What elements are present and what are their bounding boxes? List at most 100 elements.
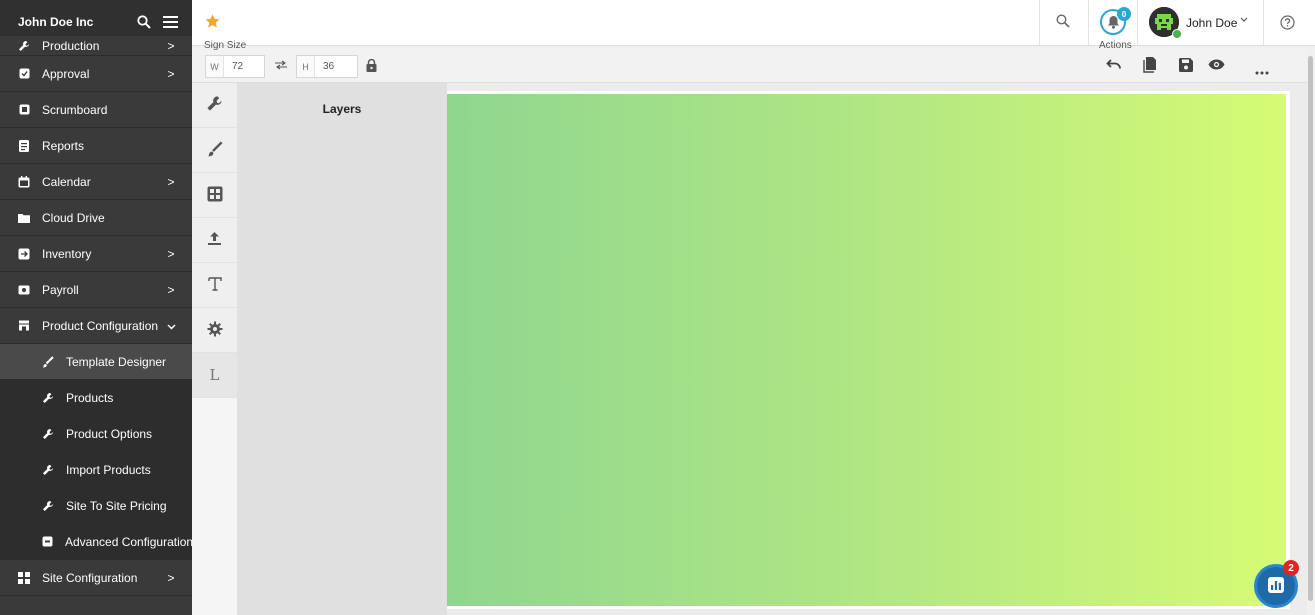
brush-icon xyxy=(42,355,54,368)
calendar-icon xyxy=(18,175,30,188)
scrollbar-thumb[interactable] xyxy=(1308,56,1313,601)
sidebar-subitem-advanced-configuration[interactable]: Advanced Configuration > xyxy=(0,524,192,560)
sidebar-item-label: Production xyxy=(42,38,100,53)
sidebar-item-scrumboard[interactable]: Scrumboard xyxy=(0,92,192,128)
help-icon[interactable] xyxy=(1280,15,1295,33)
folder-icon xyxy=(18,212,30,224)
sidebar-subitem-product-options[interactable]: Product Options xyxy=(0,416,192,452)
sidebar-subitem-products[interactable]: Products xyxy=(0,380,192,416)
sidebar-subitem-import-products[interactable]: Import Products xyxy=(0,452,192,488)
tool-settings-button[interactable] xyxy=(192,308,237,353)
width-field[interactable]: W 72 xyxy=(205,55,265,78)
height-value[interactable]: 36 xyxy=(315,56,357,77)
sidebar-item-label: Products xyxy=(66,390,114,405)
chevron-down-icon xyxy=(166,319,176,333)
tool-grid-button[interactable] xyxy=(192,173,237,218)
sidebar-item-label: Product Options xyxy=(66,426,153,441)
designer-toolbar: Sign Size W 72 H 36 Actions xyxy=(192,40,1307,83)
more-options-icon[interactable] xyxy=(1255,64,1269,78)
swap-dimensions-icon[interactable] xyxy=(274,60,288,73)
brush-icon xyxy=(207,140,223,160)
sidebar-item-label: Payroll xyxy=(42,282,79,297)
sidebar-item-reports[interactable]: Reports xyxy=(0,128,192,164)
sidebar-item-inventory[interactable]: Inventory > xyxy=(0,236,192,272)
gear-icon xyxy=(207,321,223,340)
preview-eye-icon[interactable] xyxy=(1208,59,1225,73)
sidebar-subitem-template-designer[interactable]: Template Designer xyxy=(0,344,192,380)
unread-badge: 2 xyxy=(1283,560,1299,576)
search-icon[interactable] xyxy=(136,14,152,30)
sidebar-item-label: Advanced Configuration xyxy=(65,534,192,549)
sidebar-item-site-configuration[interactable]: Site Configuration > xyxy=(0,560,192,596)
sidebar-item-label: Approval xyxy=(42,66,90,81)
chevron-right-icon: > xyxy=(167,66,175,81)
design-canvas-frame xyxy=(447,91,1290,609)
sidebar-item-label: Inventory xyxy=(42,246,92,261)
divider xyxy=(1088,0,1089,45)
favorite-star-icon[interactable] xyxy=(204,13,221,33)
sidebar-item-production[interactable]: Production > xyxy=(0,36,192,56)
sidebar-subitem-site-to-site-pricing[interactable]: Site To Site Pricing xyxy=(0,488,192,524)
sidebar-item-label: Import Products xyxy=(66,462,151,477)
notifications-count-badge: 0 xyxy=(1117,7,1131,21)
height-field[interactable]: H 36 xyxy=(296,55,358,78)
chevron-right-icon: > xyxy=(167,282,175,297)
store-icon xyxy=(18,320,30,332)
save-icon[interactable] xyxy=(1179,58,1193,75)
bar-chart-icon xyxy=(1267,576,1285,597)
chevron-right-icon: > xyxy=(167,38,175,53)
actions-label: Actions xyxy=(1099,40,1132,51)
wrench-icon xyxy=(206,95,223,115)
settings-box-icon xyxy=(42,536,53,548)
sidebar-item-approval[interactable]: Approval > xyxy=(0,56,192,92)
sidebar-item-product-configuration[interactable]: Product Configuration xyxy=(0,308,192,344)
menu-icon[interactable] xyxy=(162,14,178,30)
upload-icon xyxy=(207,231,222,249)
sidebar-item-label: Site To Site Pricing xyxy=(66,498,167,513)
inventory-icon xyxy=(18,248,30,260)
sidebar-item-label: Scrumboard xyxy=(42,102,108,117)
wrench-icon xyxy=(42,392,54,404)
layers-letter-icon: L xyxy=(209,366,220,384)
reports-icon xyxy=(18,139,30,152)
width-value[interactable]: 72 xyxy=(224,56,264,77)
height-prefix: H xyxy=(297,56,315,77)
lock-icon[interactable] xyxy=(366,58,377,75)
sidebar-item-label: Cloud Drive xyxy=(42,210,105,225)
tool-brush-button[interactable] xyxy=(192,128,237,173)
layers-title: Layers xyxy=(322,102,362,116)
divider xyxy=(1137,0,1138,45)
grid-icon xyxy=(18,571,30,584)
layers-panel: Layers xyxy=(237,83,447,615)
sidebar-item-calendar[interactable]: Calendar > xyxy=(0,164,192,200)
chevron-down-icon[interactable] xyxy=(1240,15,1248,26)
sidebar-item-label: Template Designer xyxy=(66,354,167,369)
width-prefix: W xyxy=(206,56,224,77)
tool-upload-button[interactable] xyxy=(192,218,237,263)
online-status-icon xyxy=(1172,29,1182,39)
divider xyxy=(1263,0,1264,45)
user-name[interactable]: John Doe xyxy=(1186,16,1237,30)
vertical-scrollbar[interactable] xyxy=(1307,46,1315,615)
chevron-right-icon: > xyxy=(167,246,175,261)
sidebar-item-payroll[interactable]: Payroll > xyxy=(0,272,192,308)
payroll-icon xyxy=(18,284,30,296)
search-icon[interactable] xyxy=(1056,14,1070,31)
tool-wrench-button[interactable] xyxy=(192,83,237,128)
copy-document-icon[interactable] xyxy=(1143,57,1157,76)
wrench-icon xyxy=(18,40,30,52)
sidebar: John Doe Inc Production > Approval > Scr… xyxy=(0,0,192,615)
divider xyxy=(1039,0,1040,45)
approval-icon xyxy=(18,68,30,80)
wrench-icon xyxy=(42,428,54,440)
chevron-right-icon: > xyxy=(167,570,175,585)
wrench-icon xyxy=(42,500,54,512)
sidebar-item-label: Product Configuration xyxy=(42,318,159,333)
undo-icon[interactable] xyxy=(1106,58,1122,73)
tool-text-button[interactable] xyxy=(192,263,237,308)
design-canvas[interactable] xyxy=(447,94,1286,606)
company-name: John Doe Inc xyxy=(18,15,94,29)
sign-size-label: Sign Size xyxy=(204,40,247,51)
tool-layers-button[interactable]: L xyxy=(192,353,237,398)
sidebar-item-cloud-drive[interactable]: Cloud Drive xyxy=(0,200,192,236)
